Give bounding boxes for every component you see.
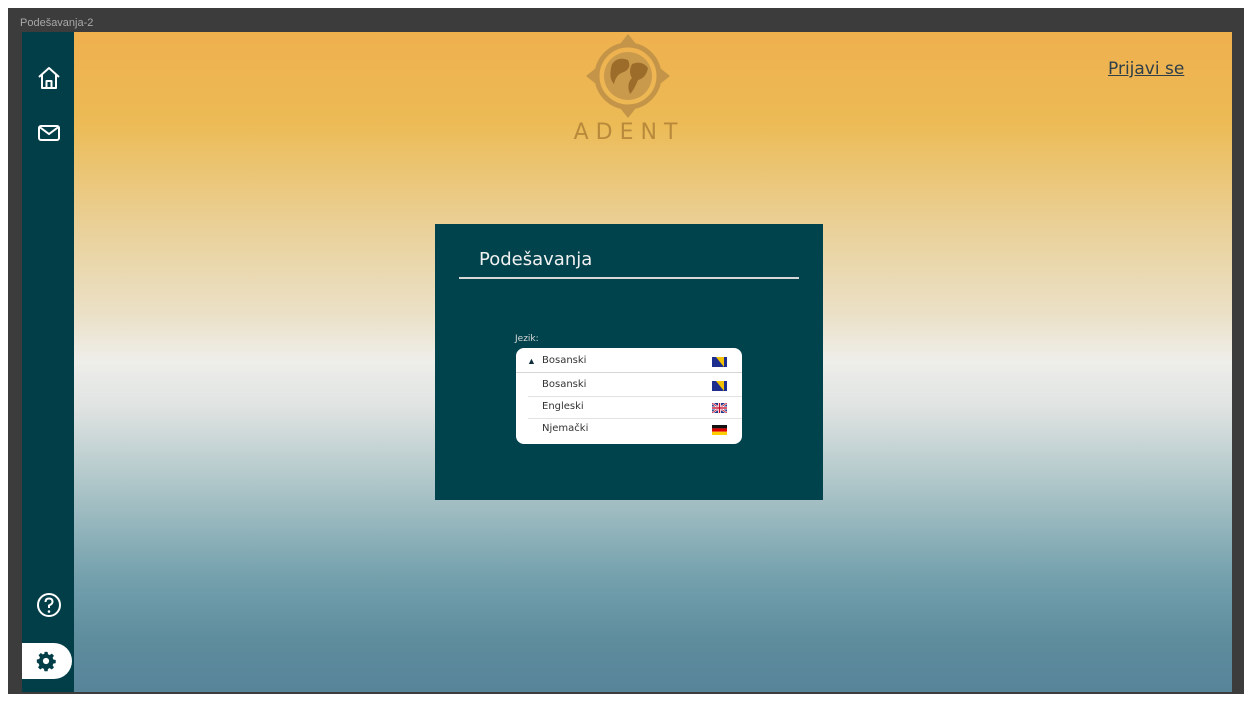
caret-up-icon: ▲ [527,356,536,366]
language-option[interactable]: Engleski [528,397,742,419]
divider [459,277,799,279]
language-option-label: Njemački [542,423,589,434]
home-icon[interactable] [35,64,63,92]
settings-panel: Podešavanja Jezik: ▲ Bosanski Bosanski E… [435,224,823,500]
login-link[interactable]: Prijavi se [1108,59,1184,79]
language-option-label: Engleski [542,401,584,412]
flag-ba-icon [712,357,727,367]
flag-de-icon [712,425,727,435]
language-label: Jezik: [515,334,539,344]
panel-title: Podešavanja [479,249,593,270]
window-title: Podešavanja-2 [20,17,94,29]
help-icon[interactable] [35,591,63,619]
language-option-label: Bosanski [542,379,587,390]
mail-icon[interactable] [35,119,63,147]
settings-tab[interactable] [22,643,72,679]
logo-text: ADENT [573,120,685,145]
language-select[interactable]: ▲ Bosanski [516,351,742,373]
flag-ba-icon [712,381,727,391]
flag-gb-icon [712,403,727,413]
gear-icon [36,651,56,672]
language-option[interactable]: Bosanski [528,375,742,397]
language-dropdown: ▲ Bosanski Bosanski Engleski Njemački [516,348,742,444]
compass-globe-logo [586,34,670,118]
language-option[interactable]: Njemački [528,419,742,441]
sidebar [22,32,74,692]
selected-language: Bosanski [542,355,587,366]
